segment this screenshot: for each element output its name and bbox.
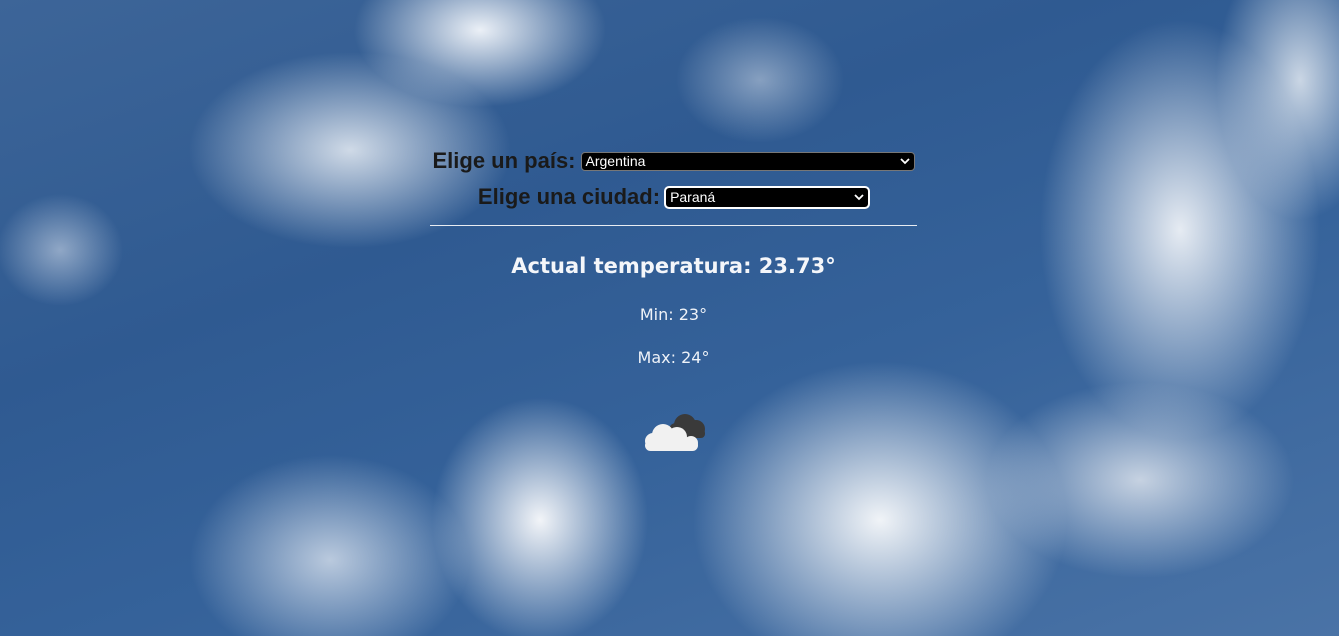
chevron-down-icon (854, 194, 864, 201)
weather-panel: Elige un país: Argentina Elige una ciuda… (430, 144, 917, 453)
min-temperature: Min: 23° (639, 305, 708, 324)
max-temperature: Max: 24° (637, 348, 710, 367)
current-temperature: Actual temperatura: 23.73° (511, 254, 836, 278)
cloud-icon (644, 414, 705, 451)
country-label: Elige un país: (432, 148, 576, 173)
city-label: Elige una ciudad: (477, 184, 661, 209)
country-select-value: Argentina (585, 153, 646, 169)
city-select-value: Paraná (670, 189, 716, 205)
city-row: Elige una ciudad: Paraná (430, 178, 917, 216)
country-select[interactable]: Argentina (580, 151, 915, 171)
divider (430, 225, 917, 226)
country-row: Elige un país: Argentina (430, 144, 917, 178)
chevron-down-icon (899, 158, 910, 165)
city-select[interactable]: Paraná (664, 185, 871, 209)
